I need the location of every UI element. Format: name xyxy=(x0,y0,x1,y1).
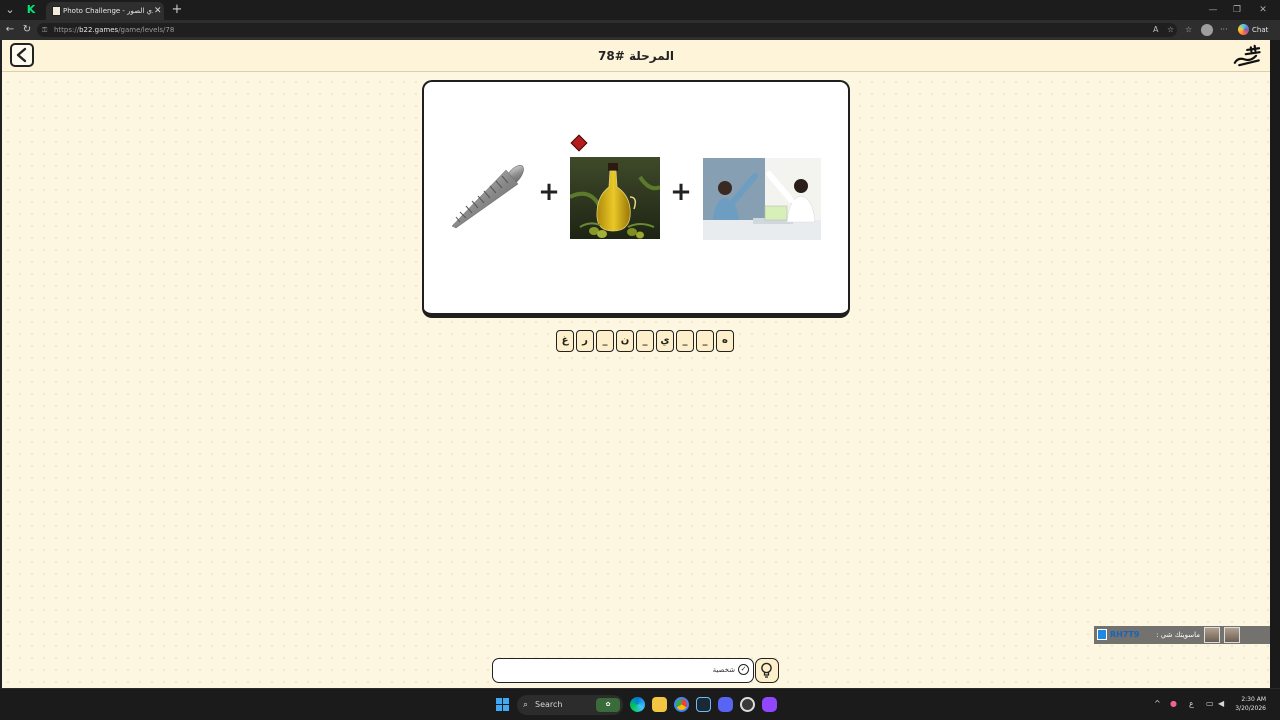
tab-list-chevron-icon[interactable]: ⌄ xyxy=(3,0,17,20)
search-icon: ⌕ xyxy=(523,700,529,710)
read-aloud-icon[interactable]: A xyxy=(1153,23,1158,37)
back-button[interactable] xyxy=(10,43,34,67)
chat-avatar xyxy=(1204,627,1220,643)
tab-photo-challenge[interactable]: Photo Challenge - لعبة تحدي الصور ✕ xyxy=(46,2,164,20)
game-favicon-icon xyxy=(52,6,61,16)
hint-text: شخصية xyxy=(712,666,735,674)
game-header: المرحلة #78 xyxy=(2,40,1270,72)
high-five-image xyxy=(703,158,821,240)
chat-message: ماسويتك شي : xyxy=(1156,631,1200,639)
microphone-icon[interactable]: ● xyxy=(1170,697,1177,711)
edge-browser-icon[interactable] xyxy=(630,697,645,712)
discord-icon[interactable] xyxy=(718,697,733,712)
language-indicator-icon[interactable]: ع xyxy=(1189,697,1194,711)
steam-icon[interactable] xyxy=(696,697,711,712)
puzzle-card: + + xyxy=(422,80,850,318)
chrome-icon[interactable] xyxy=(674,697,689,712)
level-title: المرحلة #78 xyxy=(598,49,674,63)
olive-oil-image xyxy=(570,157,660,239)
site-info-icon[interactable]: ⚿ xyxy=(42,23,47,37)
game-logo-mark xyxy=(1233,44,1261,67)
back-arrow-icon[interactable]: ← xyxy=(3,20,17,40)
restore-icon[interactable]: ❐ xyxy=(1226,0,1248,20)
kick-tab-icon[interactable]: K xyxy=(25,4,37,16)
start-windows-icon[interactable] xyxy=(496,698,510,712)
favorite-star-icon[interactable]: ☆ xyxy=(1167,23,1174,37)
taskbar-search[interactable]: ⌕ Search ✿ xyxy=(517,695,623,715)
obs-icon[interactable] xyxy=(740,697,755,712)
tab-close-icon[interactable]: ✕ xyxy=(154,2,162,20)
page-scroll-edge xyxy=(1270,40,1280,688)
plus-operator-1: + xyxy=(538,177,560,207)
network-icon[interactable]: ▭ xyxy=(1206,697,1214,711)
more-menu-icon[interactable]: ··· xyxy=(1220,23,1228,37)
favorites-icon[interactable]: ☆ xyxy=(1185,23,1192,37)
volume-icon[interactable]: ◀ xyxy=(1218,697,1224,711)
answer-slot[interactable]: ه xyxy=(716,330,734,352)
file-explorer-icon[interactable] xyxy=(652,697,667,712)
browser-toolbar: ← ↻ ⚿ https://b22.games/game/levels/78 A… xyxy=(0,20,1280,40)
close-window-icon[interactable]: ✕ xyxy=(1252,0,1274,20)
lightbulb-icon xyxy=(761,662,772,678)
chat-avatar xyxy=(1224,627,1240,643)
taskbar-clock[interactable]: 2:30 AM 3/20/2026 xyxy=(1228,695,1266,713)
check-circle-icon: ✓ xyxy=(738,664,749,675)
profile-avatar[interactable] xyxy=(1201,24,1213,36)
browser-tabstrip: ⌄ K Photo Challenge - لعبة تحدي الصور ✕ … xyxy=(0,0,1280,20)
answer-slot[interactable]: _ xyxy=(596,330,614,352)
plus-operator-2: + xyxy=(670,177,692,207)
tab-title: Photo Challenge - لعبة تحدي الصور xyxy=(63,7,153,15)
new-tab-plus-icon[interactable]: + xyxy=(170,0,184,20)
answer-slot[interactable]: _ xyxy=(696,330,714,352)
clock-time: 2:30 AM xyxy=(1241,696,1266,703)
game-logo[interactable] xyxy=(1228,42,1265,70)
answer-slot[interactable]: ن xyxy=(616,330,634,352)
screw-image xyxy=(451,165,524,229)
answer-slot[interactable]: ي xyxy=(656,330,674,352)
search-label: Search xyxy=(535,700,563,709)
chat-badge-icon xyxy=(1097,629,1107,640)
refresh-icon[interactable]: ↻ xyxy=(20,20,34,40)
answer-slot[interactable]: ر xyxy=(576,330,594,352)
lightbulb-button[interactable] xyxy=(755,658,779,683)
chat-button[interactable]: Chat xyxy=(1252,20,1268,40)
tray-chevron-icon[interactable]: ^ xyxy=(1154,697,1161,711)
stream-chat-overlay: RH7T9 ماسويتك شي : xyxy=(1094,626,1270,644)
url-text: https://b22.games/game/levels/78 xyxy=(54,26,175,34)
copilot-icon[interactable] xyxy=(1238,24,1249,35)
address-bar[interactable]: ⚿ https://b22.games/game/levels/78 xyxy=(37,23,1177,37)
hint-bar[interactable]: شخصية ✓ xyxy=(492,658,754,683)
clock-date: 3/20/2026 xyxy=(1235,705,1266,712)
answer-slot[interactable]: _ xyxy=(636,330,654,352)
minimize-icon[interactable]: — xyxy=(1202,0,1224,20)
chevron-left-icon xyxy=(16,47,27,63)
answer-slot[interactable]: غ xyxy=(556,330,574,352)
twitch-app-icon[interactable] xyxy=(762,697,777,712)
game-page: المرحلة #78 + + ه _ _ ي _ ن _ ر غ RH7T9 … xyxy=(2,40,1270,688)
search-highlight-icon[interactable]: ✿ xyxy=(596,698,620,712)
red-gem-icon xyxy=(570,134,588,152)
windows-taskbar: ⌕ Search ✿ ^ ● ع ▭ ◀ 2:30 AM 3/20/2026 xyxy=(0,688,1280,720)
answer-slot[interactable]: _ xyxy=(676,330,694,352)
chat-username: RH7T9 xyxy=(1110,630,1140,639)
